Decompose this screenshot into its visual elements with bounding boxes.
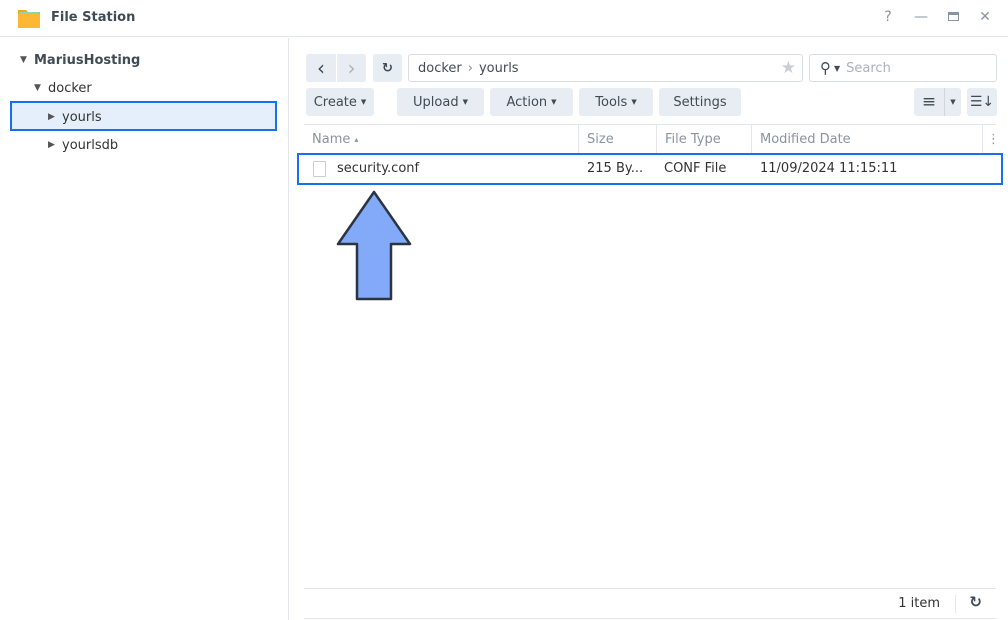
close-icon[interactable]: ✕ [976,9,994,25]
column-modified-date[interactable]: Modified Date [751,125,982,154]
caret-right-icon[interactable]: ▶ [48,112,56,122]
breadcrumb-docker[interactable]: docker [418,61,462,76]
view-dropdown-button[interactable]: ▼ [944,88,961,116]
column-size[interactable]: Size [578,125,656,154]
caret-down-icon[interactable]: ▼ [834,64,840,73]
settings-button[interactable]: Settings [659,88,741,116]
title-bar: File Station ? — ✕ [0,0,1008,37]
main-panel: ‹ › ↻ docker › yourls ★ ⚲ ▼ Search Creat… [290,38,1008,620]
app-title: File Station [51,10,136,25]
tree-item-yourls[interactable]: ▶ yourls [48,103,102,131]
status-bar: 1 item ↻ [304,588,996,619]
path-bar[interactable]: docker › yourls ★ [408,54,803,82]
create-button[interactable]: Create ▼ [306,88,374,116]
table-header: Name ▴ Size File Type Modified Date ⋮ [304,124,1000,154]
item-count: 1 item [898,596,940,611]
file-name: security.conf [337,161,420,176]
arrow-up-annotation [336,190,412,301]
minimize-icon[interactable]: — [912,9,930,25]
sort-icon[interactable]: ☰↓ [967,88,997,116]
sort-asc-icon: ▴ [354,135,359,144]
search-icon[interactable]: ⚲ [820,59,831,77]
caret-down-icon[interactable]: ▼ [34,83,42,93]
tree-item-docker[interactable]: ▼ docker [34,74,92,102]
breadcrumb-yourls[interactable]: yourls [479,61,519,76]
help-icon[interactable]: ? [879,9,897,25]
folder-app-icon [18,10,40,28]
list-view-icon[interactable]: ≡ [914,88,944,116]
search-input[interactable]: ⚲ ▼ Search [809,54,997,82]
tools-button[interactable]: Tools ▼ [579,88,653,116]
caret-down-icon[interactable]: ▼ [20,55,28,65]
refresh-button[interactable]: ↻ [373,54,402,82]
upload-button[interactable]: Upload ▼ [397,88,484,116]
refresh-icon[interactable]: ↻ [969,593,982,611]
breadcrumb-separator: › [467,60,473,76]
tree-item-root[interactable]: ▼ MariusHosting [20,46,140,74]
file-type: CONF File [664,161,727,176]
folder-tree: ▼ MariusHosting ▼ docker ▶ yourls ▶ your… [0,38,289,620]
maximize-icon[interactable] [944,9,962,25]
file-size: 215 By... [587,161,644,176]
file-modified: 11/09/2024 11:15:11 [760,161,898,176]
column-name[interactable]: Name ▴ [304,125,578,154]
forward-button[interactable]: › [337,54,366,82]
star-icon[interactable]: ★ [781,58,796,78]
back-button[interactable]: ‹ [306,54,336,82]
file-icon [313,161,326,177]
tree-item-yourlsdb[interactable]: ▶ yourlsdb [48,131,118,159]
caret-right-icon[interactable]: ▶ [48,140,56,150]
column-options-icon[interactable]: ⋮ [982,125,1000,154]
table-row[interactable]: security.conf 215 By... CONF File 11/09/… [297,153,1003,185]
action-button[interactable]: Action ▼ [490,88,573,116]
column-file-type[interactable]: File Type [656,125,751,154]
divider [955,595,956,613]
